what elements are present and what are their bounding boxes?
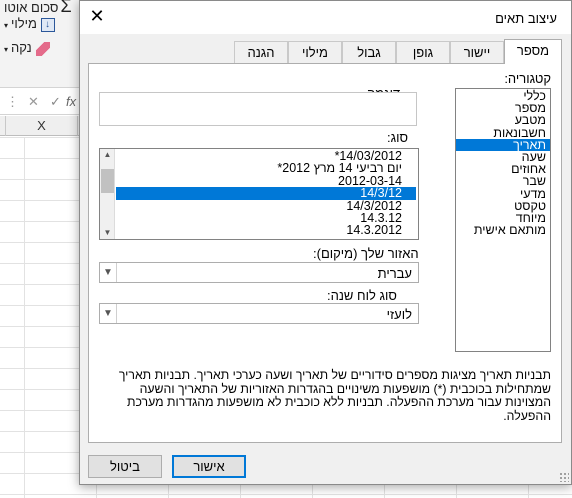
column-x-header[interactable]: X (6, 116, 78, 136)
calendar-type-select[interactable]: לועזי ▼ (99, 303, 419, 324)
fill-button[interactable]: ↓ מילוי▾ (4, 16, 55, 32)
fill-down-icon: ↓ (40, 17, 55, 32)
scroll-thumb[interactable] (101, 169, 114, 193)
chevron-down-icon: ▾ (4, 21, 9, 30)
category-item[interactable]: מותאם אישית (456, 224, 550, 237)
tab-protection[interactable]: הגנה (234, 41, 288, 63)
type-item[interactable]: *יום רביעי 14 מרץ 2012 (116, 162, 416, 175)
type-scrollbar[interactable]: ▲ ▼ (100, 149, 115, 239)
tab-alignment[interactable]: יישור (450, 41, 504, 63)
category-item[interactable]: שבר (456, 175, 550, 188)
cancel-button[interactable]: ביטול (88, 455, 162, 478)
tab-fill[interactable]: מילוי (288, 41, 342, 63)
locale-value: עברית (377, 266, 412, 281)
category-label: קטגוריה: (504, 71, 551, 86)
category-listbox[interactable]: כללי מספר מטבע חשבונאות תאריך שעה אחוזים שבר מדע… (455, 88, 551, 352)
tab-border[interactable]: גבול (342, 41, 396, 63)
chevron-down-icon: ▼ (100, 304, 117, 323)
type-item[interactable]: 14/3/12 (116, 187, 416, 200)
category-item[interactable]: חשבונאות (456, 126, 550, 139)
autosum-button[interactable]: Σסכום אוטו (4, 0, 72, 17)
more-icon: ⋮ (6, 94, 19, 109)
tab-number[interactable]: מספר (504, 39, 562, 64)
category-item[interactable]: מטבע (456, 114, 550, 127)
check-icon[interactable]: ✓ (50, 94, 61, 110)
close-button[interactable]: ✕ (84, 5, 110, 29)
dialog-title: עיצוב תאים (495, 11, 557, 26)
eraser-icon (35, 41, 50, 56)
tab-font[interactable]: גופן (396, 41, 450, 63)
number-tab-panel: קטגוריה: כללי מספר מטבע חשבונאות תאריך שעה אחו… (88, 63, 562, 443)
resize-grip[interactable] (559, 472, 569, 482)
scroll-down-icon[interactable]: ▼ (100, 227, 115, 239)
scroll-up-icon[interactable]: ▲ (100, 149, 115, 161)
format-description: תבניות תאריך מציגות מספרים סידוריים של ת… (118, 368, 551, 423)
calendar-value: לועזי (386, 307, 412, 322)
chevron-down-icon: ▾ (4, 45, 9, 54)
type-listbox[interactable]: ▲ ▼ *14/03/2012 *יום רביעי 14 מרץ 2012 201… (99, 148, 419, 240)
locale-select[interactable]: עברית ▼ (99, 262, 419, 283)
locale-label: האזור שלך (מיקום): (313, 246, 419, 261)
ok-button[interactable]: אישור (172, 455, 246, 478)
calendar-label: סוג לוח שנה: (327, 288, 397, 303)
function-icon[interactable]: fx (66, 94, 76, 109)
format-cells-dialog: עיצוב תאים ✕ מספר יישור גופן גבול מילוי … (79, 0, 572, 485)
category-item[interactable]: מדעי (456, 187, 550, 200)
type-label: סוג: (387, 130, 409, 145)
dialog-titlebar: עיצוב תאים ✕ (80, 1, 571, 34)
sample-box (99, 92, 417, 126)
cancel-icon[interactable]: ✕ (28, 94, 39, 110)
sigma-icon: Σ (60, 0, 72, 16)
chevron-down-icon: ▼ (100, 263, 117, 282)
type-item[interactable]: 14.3.2012 (116, 224, 416, 237)
clear-button[interactable]: נקה▾ (4, 40, 50, 56)
close-icon: ✕ (89, 6, 105, 26)
